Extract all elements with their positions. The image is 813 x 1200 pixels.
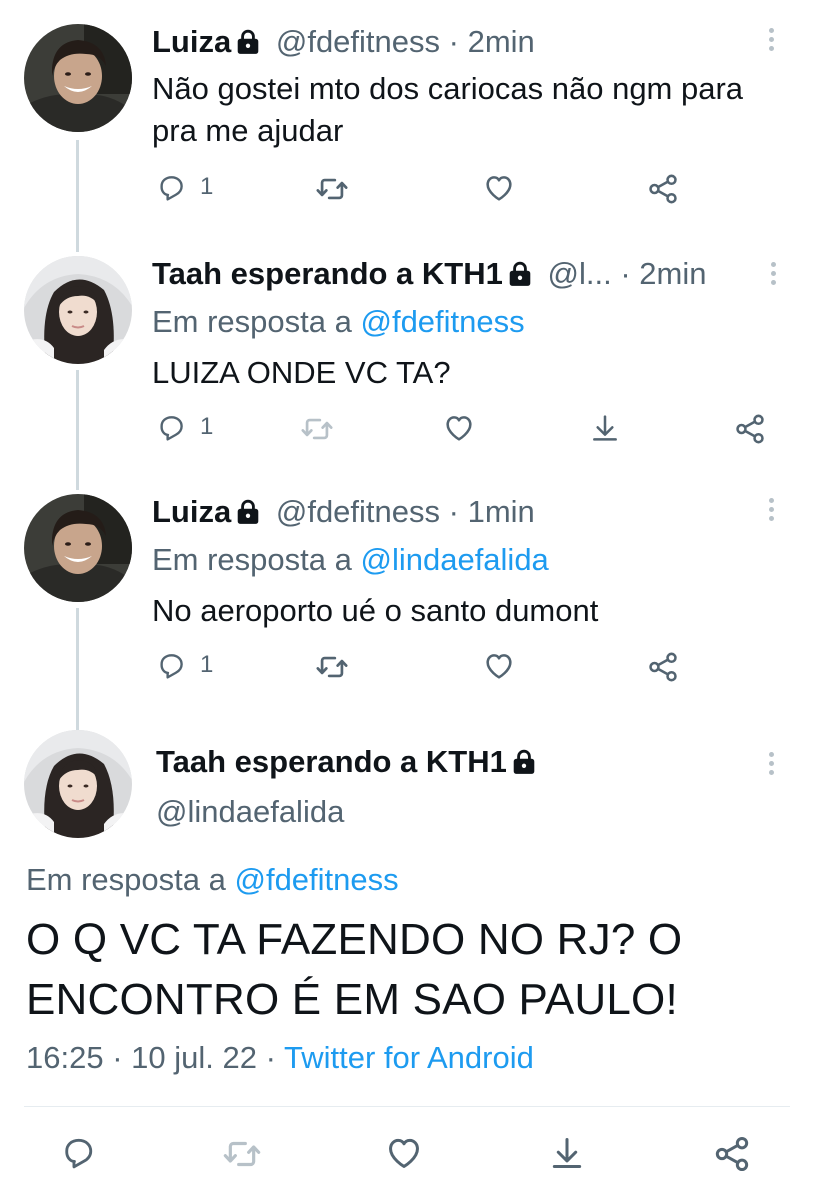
reply-button[interactable]: 1 [156, 412, 213, 442]
retweet-button[interactable] [300, 412, 334, 446]
download-button[interactable] [589, 412, 621, 444]
avatar[interactable] [24, 730, 132, 838]
tweet-date[interactable]: 10 jul. 22 [131, 1040, 257, 1075]
mention-link[interactable]: @lindaefalida [360, 542, 548, 577]
like-icon [483, 172, 515, 204]
like-button[interactable] [483, 172, 515, 204]
retweet-button[interactable] [315, 650, 349, 684]
user-handle[interactable]: @fdefitness [276, 494, 440, 529]
display-name[interactable]: Taah esperando a KTH1 [156, 744, 507, 779]
tweet[interactable]: Luiza @fdefitness · 1min Em resposta a @… [0, 480, 813, 720]
timestamp[interactable]: 2min [639, 256, 706, 291]
more-icon[interactable] [771, 262, 777, 289]
reply-prefix: Em resposta a [26, 862, 235, 897]
reply-button[interactable]: 1 [156, 650, 213, 680]
tweet-text: No aeroporto ué o santo dumont [152, 593, 599, 628]
mention-link[interactable]: @fdefitness [234, 862, 398, 897]
retweet-icon [315, 650, 349, 684]
tweet[interactable]: Taah esperando a KTH1 @l... · 2min Em re… [0, 240, 813, 480]
more-icon[interactable] [769, 498, 775, 525]
tweet-actions: 1 [0, 650, 813, 690]
reply-prefix: Em resposta a [152, 304, 361, 339]
separator: · [448, 494, 459, 529]
tweet-text: LUIZA ONDE VC TA? [152, 355, 451, 390]
retweet-button[interactable] [222, 1134, 262, 1174]
tweet-header: Luiza @fdefitness · 2min [152, 22, 535, 62]
share-icon [646, 172, 680, 206]
more-icon[interactable] [769, 28, 775, 55]
share-icon [646, 650, 680, 684]
timestamp[interactable]: 2min [468, 24, 535, 59]
tweet-header: Taah esperando a KTH1 [156, 742, 543, 782]
like-button[interactable] [385, 1134, 423, 1172]
share-icon [733, 412, 767, 446]
user-handle[interactable]: @fdefitness [276, 24, 440, 59]
user-handle[interactable]: @lindaefalida [156, 794, 344, 829]
handle-line: @lindaefalida [156, 792, 344, 832]
avatar[interactable] [24, 256, 132, 364]
tweet-text: O Q VC TA FAZENDO NO RJ? O ENCONTRO É EM… [26, 915, 683, 1024]
separator: · [265, 1040, 276, 1075]
reply-icon [60, 1134, 96, 1170]
share-button[interactable] [646, 650, 680, 684]
display-name[interactable]: Luiza [152, 494, 231, 529]
download-icon [589, 412, 621, 444]
display-name[interactable]: Taah esperando a KTH1 [152, 256, 503, 291]
tweet-text: Não gostei mto dos cariocas não ngm para… [152, 71, 744, 148]
tweet-actions: 1 [0, 412, 813, 452]
main-tweet-actions [0, 1134, 813, 1174]
retweet-icon [222, 1134, 262, 1174]
tweet-header: Taah esperando a KTH1 @l... · 2min [152, 254, 752, 294]
separator: · [620, 256, 631, 291]
user-handle[interactable]: @l... [547, 256, 611, 291]
download-button[interactable] [548, 1134, 586, 1172]
like-button[interactable] [443, 412, 475, 444]
reply-count: 1 [200, 173, 214, 200]
lock-icon [235, 29, 261, 55]
reply-context: Em resposta a @fdefitness [26, 862, 399, 898]
like-icon [483, 650, 515, 682]
share-button[interactable] [646, 172, 680, 206]
reply-button[interactable] [60, 1134, 96, 1170]
tweet-meta: 16:25 · 10 jul. 22 · Twitter for Android [26, 1040, 534, 1076]
reply-prefix: Em resposta a [152, 542, 361, 577]
mention-link[interactable]: @fdefitness [360, 304, 524, 339]
share-button[interactable] [712, 1134, 752, 1174]
share-icon [712, 1134, 752, 1174]
reply-count: 1 [200, 651, 214, 678]
lock-icon [507, 261, 533, 287]
reply-button[interactable]: 1 [156, 172, 213, 202]
separator: · [112, 1040, 123, 1075]
reply-icon [156, 650, 186, 680]
display-name[interactable]: Luiza [152, 24, 231, 59]
tweet-header: Luiza @fdefitness · 1min [152, 492, 535, 532]
more-icon[interactable] [769, 752, 775, 779]
tweet[interactable]: Luiza @fdefitness · 2min Não gostei mto … [0, 0, 813, 240]
tweet-source[interactable]: Twitter for Android [284, 1040, 534, 1075]
tweet-actions: 1 [0, 172, 813, 212]
tweet-time[interactable]: 16:25 [26, 1040, 104, 1075]
share-button[interactable] [733, 412, 767, 446]
retweet-icon [315, 172, 349, 206]
lock-icon [511, 749, 537, 775]
like-icon [385, 1134, 423, 1172]
separator: · [448, 24, 459, 59]
reply-count: 1 [200, 413, 214, 440]
lock-icon [235, 499, 261, 525]
reply-context: Em resposta a @fdefitness [152, 304, 525, 340]
like-icon [443, 412, 475, 444]
timestamp[interactable]: 1min [468, 494, 535, 529]
reply-context: Em resposta a @lindaefalida [152, 542, 549, 578]
download-icon [548, 1134, 586, 1172]
divider [24, 1106, 790, 1107]
avatar[interactable] [24, 24, 132, 132]
like-button[interactable] [483, 650, 515, 682]
avatar[interactable] [24, 494, 132, 602]
reply-icon [156, 172, 186, 202]
retweet-icon [300, 412, 334, 446]
retweet-button[interactable] [315, 172, 349, 206]
reply-icon [156, 412, 186, 442]
